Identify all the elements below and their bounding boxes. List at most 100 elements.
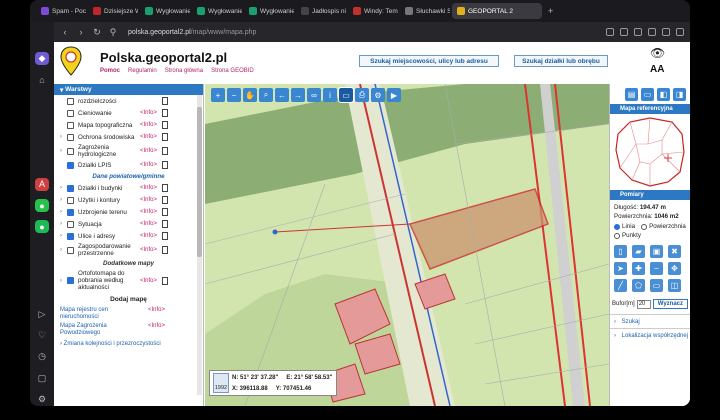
layer-info-link[interactable]: <Info> [140,221,162,227]
info-icon[interactable]: i [323,88,337,102]
terms-link[interactable]: Regulamin [128,68,157,74]
print-icon[interactable]: ⎙ [355,88,369,102]
window-icon[interactable]: ▭ [641,87,654,101]
zoom-box-icon[interactable]: ⌕ [259,88,273,102]
map-canvas[interactable] [205,84,609,406]
expand-chevron-icon[interactable]: › [60,197,67,203]
home-icon[interactable]: ⌂ [35,73,49,86]
cube-tool-icon[interactable]: ◫ [668,279,681,292]
settings-icon[interactable]: ⚙ [35,393,49,406]
search-section[interactable]: › Szukaj [610,314,690,328]
layer-info-link[interactable]: <Info> [140,110,162,116]
layer-checkbox[interactable] [67,184,74,192]
mode-area-radio[interactable]: Powierzchnia [641,223,686,230]
select-arrow-icon[interactable]: ➤ [614,262,627,275]
search-address-button[interactable]: Szukaj miejscowości, ulicy lub adresu [359,55,499,67]
eye-icon[interactable]: 👁 [650,46,665,60]
legend-doc-icon[interactable] [162,208,168,216]
zoom-in-icon[interactable]: + [211,88,225,102]
link-icon[interactable]: ∞ [307,88,321,102]
new-tab-button[interactable]: + [544,6,557,16]
layer-info-link[interactable]: <Info> [140,247,162,253]
legend-doc-icon[interactable] [162,184,168,192]
reference-map[interactable] [610,114,690,188]
layer-info-link[interactable]: <Info> [140,122,162,128]
url-field[interactable]: polska.geoportal2.pl/map/www/mapa.php [124,25,600,39]
forward-icon[interactable]: › [76,27,86,37]
legend-doc-icon[interactable] [162,220,168,228]
download-icon[interactable] [676,28,684,36]
help-link[interactable]: Pomoc [100,68,120,74]
layer-checkbox[interactable] [67,220,74,228]
draw-rect-icon[interactable]: ▭ [650,279,663,292]
layer-row[interactable]: › Działki i budynki <Info> [54,182,203,194]
dock-right-icon[interactable]: ◨ [673,87,686,101]
layer-checkbox[interactable] [67,277,74,284]
layer-checkbox[interactable] [67,97,74,105]
layer-row[interactable]: › Użytki i kontury <Info> [54,194,203,206]
new-document-icon[interactable]: ▯ [614,245,627,258]
layer-checkbox[interactable] [67,208,74,216]
profile-icon[interactable] [662,28,670,36]
added-map-row[interactable]: Mapa rejestru cen nieruchomości <Info> [54,306,203,322]
added-map-name[interactable]: Mapa Zagrożenia Powodziowego [60,323,148,337]
browser-tab[interactable]: Windy: Temper [348,3,398,19]
expand-chevron-icon[interactable]: › [60,148,67,154]
draw-line-icon[interactable]: ╱ [614,279,627,292]
geobid-logo[interactable] [60,46,82,76]
layer-row[interactable]: › Uzbrojenie terenu <Info> [54,206,203,218]
app-icon[interactable]: A [35,177,49,192]
layer-row[interactable]: › Ochrona środowiska <Info> [54,131,203,143]
folder-icon[interactable]: ▰ [632,245,645,258]
added-map-info-link[interactable]: <Info> [148,307,165,321]
scrollbar-thumb[interactable] [197,107,202,257]
legend-doc-icon[interactable] [162,147,168,155]
measurements-header[interactable]: Pomiary [610,190,690,200]
legend-doc-icon[interactable] [162,232,168,240]
year-badge[interactable]: 1992 [213,373,229,393]
expand-chevron-icon[interactable]: › [60,278,67,284]
compute-buffer-button[interactable]: Wyznacz [652,299,688,309]
legend-doc-icon[interactable] [162,196,168,204]
layers-scrollbar[interactable] [197,95,202,395]
zoom-out-icon[interactable]: − [227,88,241,102]
layer-row[interactable]: › Ortofotomapa do pobrania według aktualn… [54,269,203,292]
browser-tab[interactable]: Dzisiejsze Wyd [88,3,138,19]
measure-icon[interactable]: ▭ [338,87,354,103]
camera-icon[interactable] [620,28,628,36]
draw-polygon-icon[interactable]: ⬠ [632,279,645,292]
layer-row[interactable]: › Ulice i adresy <Info> [54,230,203,242]
expand-chevron-icon[interactable]: › [60,233,67,239]
back-arrow-icon[interactable]: ← [275,88,289,102]
dock-left-icon[interactable]: ◧ [657,87,670,101]
expand-chevron-icon[interactable]: › [60,209,67,215]
buffer-input[interactable]: 20 [636,299,651,309]
legend-doc-icon[interactable] [162,109,168,117]
layer-row[interactable]: rozdzielczości [54,95,203,107]
browser-tab[interactable]: Wygłowanie [140,3,190,19]
screenshot-icon[interactable] [606,28,614,36]
expand-chevron-icon[interactable]: › [60,185,67,191]
layer-checkbox[interactable] [67,232,74,240]
legend-doc-icon[interactable] [162,97,168,105]
extensions-icon[interactable] [648,28,656,36]
legend-doc-icon[interactable] [162,276,168,285]
mode-points-radio[interactable]: Punkty [614,232,641,239]
expand-chevron-icon[interactable]: › [60,247,67,253]
forward-arrow-icon[interactable]: → [291,88,305,102]
browser-tab[interactable]: Spam - Poczta [36,3,86,19]
reload-icon[interactable]: ↻ [92,27,102,38]
delete-icon[interactable]: ✖ [668,245,681,258]
layer-row[interactable]: Cieniowanie <Info> [54,107,203,119]
layer-info-link[interactable]: <Info> [140,278,162,284]
layer-info-link[interactable]: <Info> [140,233,162,239]
layer-checkbox[interactable] [67,196,74,204]
spotify-icon[interactable]: ● [35,220,49,234]
layer-checkbox[interactable] [67,133,74,141]
layer-info-link[interactable]: <Info> [140,185,162,191]
expand-chevron-icon[interactable]: › [60,134,67,140]
aria-icon[interactable]: ◆ [35,52,49,66]
pan-hand-icon[interactable]: ✋ [243,88,257,102]
search-parcel-button[interactable]: Szukaj działki lub obrębu [514,55,608,67]
cube-icon[interactable]: ▢ [35,372,49,385]
